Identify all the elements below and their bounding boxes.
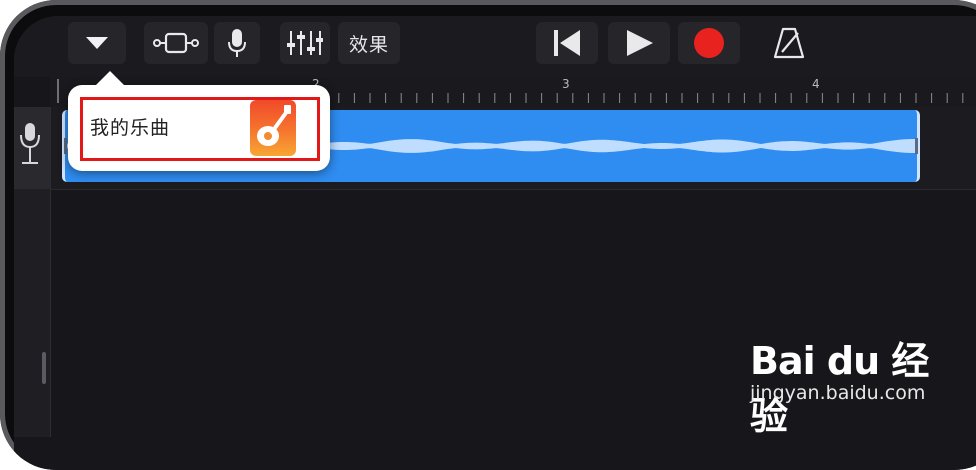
region-left-handle[interactable] [64,138,67,154]
bar-marker-4: 4 [812,77,820,91]
tracks-menu-button[interactable] [68,22,126,64]
my-songs-item-label[interactable]: 我的乐曲 [90,113,170,140]
rewind-button[interactable] [536,22,598,64]
track-header[interactable] [14,107,50,189]
microphone-icon [228,29,246,57]
play-icon [627,30,653,56]
track-view-icon [153,32,199,54]
popup-arrow [96,71,124,85]
track-header-column [14,107,51,437]
my-songs-popup: 我的乐曲 [68,71,330,171]
rewind-icon [554,30,580,56]
effects-button[interactable]: 效果 [338,22,400,64]
track-view-button[interactable] [144,22,208,64]
chevron-down-icon [86,37,108,49]
resize-handle[interactable] [42,352,46,384]
record-button[interactable] [678,22,740,64]
bar-marker-3: 3 [562,77,570,91]
control-bar: 效果 [14,16,976,77]
region-right-handle[interactable] [915,138,918,154]
mixer-icon [287,31,323,55]
metronome-icon [773,27,805,59]
watermark-url: jingyan.baidu.com [750,382,926,404]
baidu-jingyan-watermark: Bai du 经验 jingyan.baidu.com [750,330,960,438]
metronome-button[interactable] [762,22,816,64]
effects-label: 效果 [348,33,389,56]
microphone-button[interactable] [214,22,260,64]
record-icon [694,28,724,58]
play-button[interactable] [608,22,670,64]
mixer-button[interactable] [280,22,330,64]
audio-recorder-icon [20,123,40,164]
garageband-guitar-icon[interactable] [250,100,296,156]
